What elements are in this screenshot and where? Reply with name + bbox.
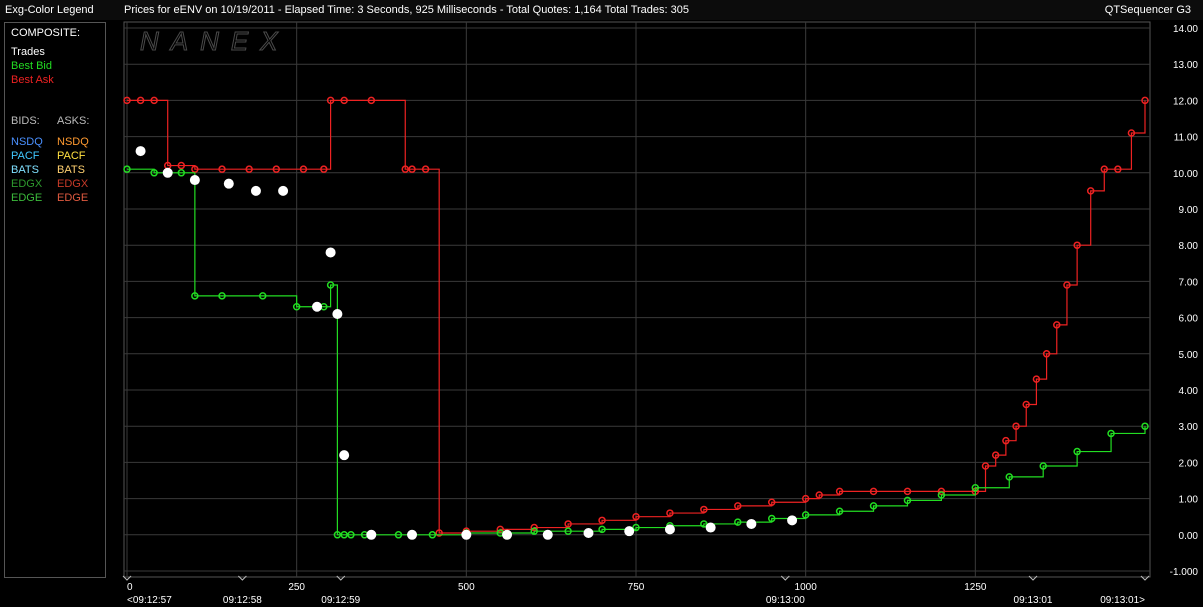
- trades-point: [746, 518, 757, 529]
- trades-point: [189, 175, 200, 186]
- y-tick-label: 2.00: [1179, 458, 1199, 469]
- y-tick-label: 8.00: [1179, 241, 1199, 252]
- y-axis: -1.000 0.00 1.00 2.00 3.00 4.00 5.00 6.00 7.00 8.…: [1170, 24, 1199, 578]
- x-tick-label: 250: [288, 582, 305, 593]
- grid: [124, 22, 1150, 577]
- trades-point: [325, 247, 336, 258]
- y-tick-label: 6.00: [1179, 314, 1199, 325]
- x-tick-label: 1000: [795, 582, 818, 593]
- y-tick-label: 5.00: [1179, 350, 1199, 361]
- trades-point: [787, 515, 798, 526]
- x-tick-label: 500: [458, 582, 475, 593]
- time-label: 09:12:58: [223, 595, 262, 606]
- trades-point: [162, 167, 173, 178]
- trades-point: [542, 529, 553, 540]
- y-tick-label: -1.000: [1170, 567, 1199, 578]
- y-tick-label: 0.00: [1179, 531, 1199, 542]
- y-tick-label: 13.00: [1173, 60, 1198, 71]
- trades-point: [624, 526, 635, 537]
- trades-point: [339, 450, 350, 461]
- y-tick-label: 7.00: [1179, 277, 1199, 288]
- time-label: 09:13:01>: [1100, 595, 1145, 606]
- trades-point: [461, 529, 472, 540]
- time-label: 09:12:59: [321, 595, 360, 606]
- trades-point: [502, 529, 513, 540]
- x-tick-label: 750: [628, 582, 645, 593]
- trades-point: [332, 308, 343, 319]
- trades-point: [223, 178, 234, 189]
- time-label: 09:13:01: [1014, 595, 1053, 606]
- y-tick-label: 10.00: [1173, 169, 1198, 180]
- time-label: <09:12:57: [127, 595, 172, 606]
- y-tick-label: 4.00: [1179, 386, 1199, 397]
- x-tick-label: 0: [127, 582, 133, 593]
- y-tick-label: 11.00: [1174, 133, 1199, 144]
- trades-point: [705, 522, 716, 533]
- y-tick-label: 9.00: [1179, 205, 1199, 216]
- trades-point: [278, 185, 289, 196]
- nanex-watermark: NANEX: [140, 26, 290, 56]
- y-tick-label: 12.00: [1173, 96, 1198, 107]
- trades-point: [250, 185, 261, 196]
- y-tick-label: 1.00: [1179, 495, 1199, 506]
- plot-frame: [123, 21, 1151, 578]
- trades-point: [664, 524, 675, 535]
- trades-point: [407, 529, 418, 540]
- y-tick-label: 3.00: [1179, 422, 1199, 433]
- trades-point: [135, 146, 146, 157]
- trades-point: [366, 529, 377, 540]
- time-label: 09:13:00: [766, 595, 805, 606]
- x-axis: 0 250 500 750 1000 1250 <09:12:57 09:12:58 09:12…: [122, 575, 1150, 606]
- price-chart: NANEX -1.000 0.00 1.00 2.00 3.00 4.00 5.00 6.00…: [122, 21, 1199, 606]
- y-tick-label: 14.00: [1173, 24, 1198, 35]
- trades-point: [312, 301, 323, 312]
- trades-point: [583, 527, 594, 538]
- x-tick-label: 1250: [964, 582, 987, 593]
